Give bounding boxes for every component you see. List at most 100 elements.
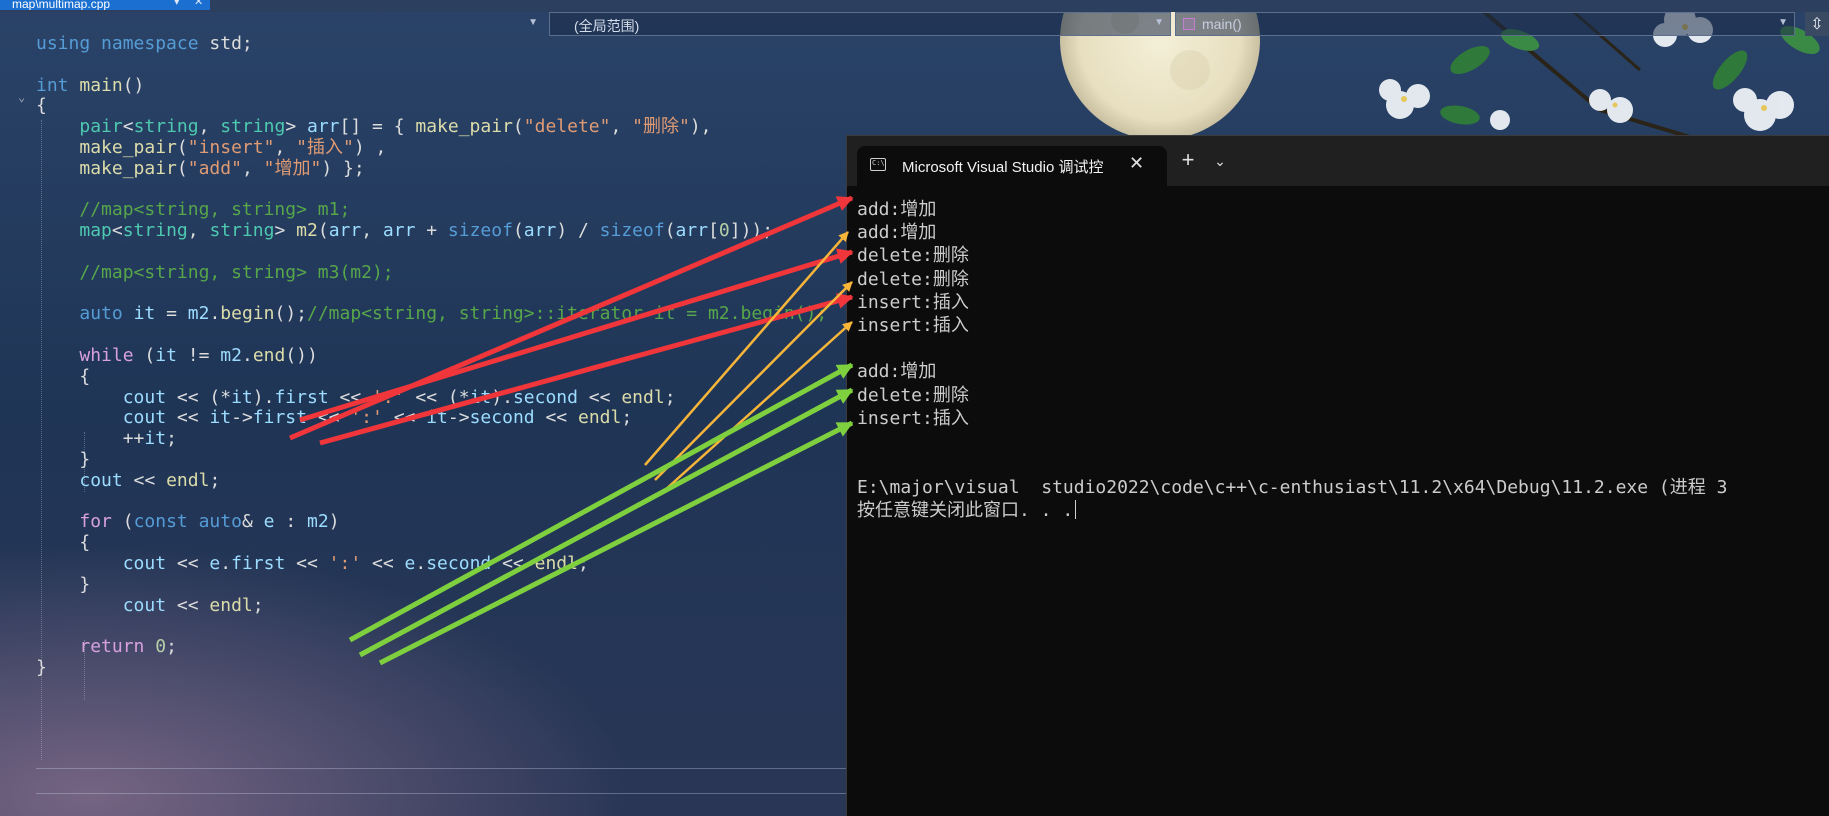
debug-console-window[interactable]: C:\ Microsoft Visual Studio 调试控 ✕ + ⌄ ad… xyxy=(847,136,1829,816)
document-tab[interactable]: map\multimap.cpp ▾ ✕ xyxy=(0,0,210,10)
code-token: arr xyxy=(307,116,340,138)
terminal-title: Microsoft Visual Studio 调试控 xyxy=(902,159,1104,176)
code-token: second xyxy=(426,553,492,574)
code-token: ( xyxy=(176,157,188,179)
code-token: ), xyxy=(689,116,712,138)
code-token: arr xyxy=(328,220,362,242)
text-cursor xyxy=(1075,500,1077,520)
code-token: < xyxy=(122,116,134,138)
code-token: m2 xyxy=(296,220,318,242)
code-token: << (* xyxy=(404,386,470,408)
code-token: make_pair xyxy=(79,137,177,158)
close-icon[interactable]: ✕ xyxy=(194,0,203,8)
document-tab-bar: map\multimap.cpp ▾ ✕ xyxy=(0,0,1829,12)
scope-dropdown[interactable]: (全局范围) ▼ xyxy=(549,12,1171,36)
terminal-line: delete:删除 xyxy=(857,268,969,290)
code-token: string xyxy=(209,220,275,242)
code-token: ( xyxy=(111,511,134,533)
code-editor[interactable]: using namespace std; int main(){ pair<str… xyxy=(0,33,850,816)
code-token: "增加" xyxy=(263,157,322,179)
code-token: [ xyxy=(708,220,719,242)
code-token: e xyxy=(263,511,275,533)
terminal-output[interactable]: add:增加 add:增加 delete:删除 delete:删除 insert:插入 i… xyxy=(857,198,1829,808)
terminal-tab[interactable]: C:\ Microsoft Visual Studio 调试控 ✕ xyxy=(857,146,1167,186)
code-token: + xyxy=(415,220,448,242)
code-token: sizeof xyxy=(599,220,665,242)
split-icon[interactable]: ⇳ xyxy=(1805,12,1829,36)
code-token: , xyxy=(241,157,264,179)
code-token: << (* xyxy=(166,386,232,408)
code-token: endl xyxy=(209,594,253,616)
code-token: ( xyxy=(512,116,524,138)
terminal-line: delete:删除 xyxy=(857,384,969,406)
code-token: it xyxy=(155,345,177,366)
code-token: , xyxy=(610,116,633,138)
code-token: ) }; xyxy=(321,157,365,179)
code-token: , xyxy=(198,116,221,138)
code-token: ( xyxy=(133,345,156,366)
code-token: { xyxy=(36,95,47,117)
code-token: ) xyxy=(328,511,340,533)
code-token: first xyxy=(231,553,286,574)
indent-guide xyxy=(84,640,85,700)
code-token: m2 xyxy=(307,511,329,533)
code-token: ; xyxy=(621,407,633,429)
function-dropdown[interactable]: main() ▼ xyxy=(1175,12,1795,36)
plus-icon[interactable]: + xyxy=(1172,148,1204,174)
code-token: << xyxy=(285,553,329,574)
terminal-line: add:增加 xyxy=(857,361,937,383)
code-token: endl xyxy=(621,386,665,408)
pin-icon[interactable]: ▾ xyxy=(174,0,180,8)
code-token: make_pair xyxy=(415,116,513,138)
terminal-line: add:增加 xyxy=(857,222,937,244)
code-token: auto xyxy=(79,303,123,325)
code-token: //map<string, string>::iterator it = m2.… xyxy=(307,303,828,325)
code-line: auto it = m2.begin();//map<string, strin… xyxy=(36,302,827,326)
code-token: { xyxy=(36,365,91,387)
code-token: ). xyxy=(252,386,275,408)
code-token: << xyxy=(166,553,210,574)
code-token: "delete" xyxy=(523,116,611,138)
code-line: map<string, string> m2(arr, arr + sizeof… xyxy=(36,219,773,243)
terminal-titlebar: C:\ Microsoft Visual Studio 调试控 ✕ + ⌄ xyxy=(847,136,1829,186)
code-token: ; xyxy=(577,553,589,574)
code-token: e xyxy=(404,553,416,574)
code-token: ; xyxy=(166,636,177,658)
code-token: first xyxy=(274,386,329,408)
code-token: ( xyxy=(512,220,524,242)
code-token: } xyxy=(36,449,91,470)
code-token: << xyxy=(166,407,210,429)
code-token: std; xyxy=(198,33,253,54)
code-token: arr xyxy=(382,220,416,242)
chevron-down-icon[interactable]: ⌄ xyxy=(1207,148,1233,174)
terminal-line: insert:插入 xyxy=(857,314,969,336)
code-line: return 0; xyxy=(36,635,177,659)
fold-toggle[interactable]: ⌄ xyxy=(18,90,25,104)
code-token: namespace xyxy=(101,33,199,54)
code-token: << xyxy=(166,594,210,616)
code-token: endl xyxy=(166,469,210,491)
code-token: ; xyxy=(664,386,676,408)
terminal-line: 按任意键关闭此窗口. . . xyxy=(857,499,1829,522)
code-line: make_pair("add", "增加") }; xyxy=(36,157,365,181)
code-token: , xyxy=(187,220,210,242)
code-token: ) / xyxy=(556,220,600,242)
code-token: ( xyxy=(317,220,329,242)
code-token: . xyxy=(415,553,427,574)
code-token: << xyxy=(361,553,405,574)
code-line: cout << endl; xyxy=(36,594,264,618)
code-line: int main() xyxy=(36,74,144,98)
close-icon[interactable]: ✕ xyxy=(1129,153,1144,174)
code-token: << xyxy=(306,407,351,429)
code-token: m2 xyxy=(220,345,242,366)
